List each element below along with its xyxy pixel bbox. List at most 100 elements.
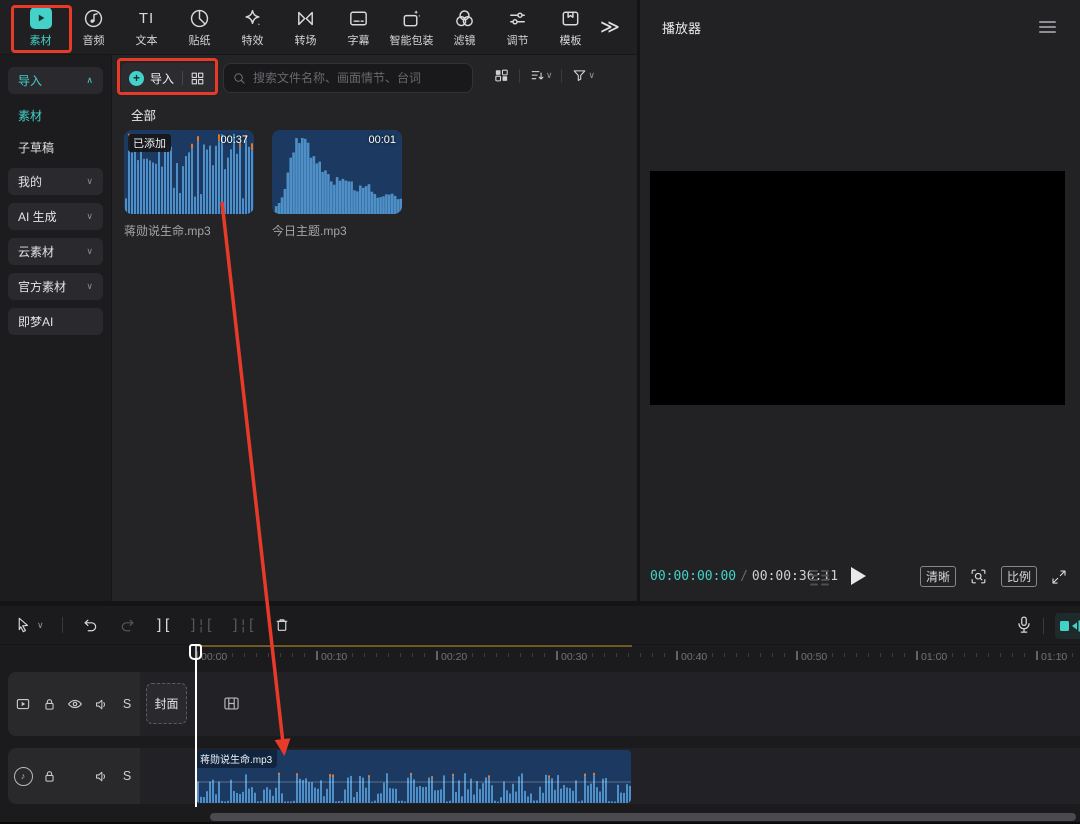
grid-view-icon[interactable] <box>493 67 510 84</box>
ruler-tick-minor <box>304 653 305 657</box>
toolbar-tab-subtitle[interactable]: 字幕 <box>332 6 385 48</box>
ruler-label: 00:00 <box>201 651 227 663</box>
video-track-lane[interactable] <box>140 672 1080 736</box>
toolbar-tab-text[interactable]: TI文本 <box>120 6 173 48</box>
effects-icon <box>241 6 264 30</box>
sidebar-item-import[interactable]: 导入∧ <box>8 67 103 94</box>
media-clip[interactable]: 00:01今日主题.mp3 <box>272 130 402 239</box>
ruler-tick-minor <box>952 653 953 657</box>
video-track-type-icon <box>13 694 33 714</box>
search-input[interactable] <box>253 71 453 85</box>
audio-mute-speaker-icon[interactable] <box>91 766 111 786</box>
ruler-tick-minor <box>736 653 737 657</box>
ruler-tick-minor <box>820 653 821 657</box>
sort-button[interactable]: ∨ <box>529 67 553 84</box>
undo-button[interactable] <box>81 616 100 635</box>
play-button[interactable] <box>851 567 866 585</box>
template-icon <box>559 6 582 30</box>
sidebar-group[interactable]: 我的∨ <box>8 168 103 195</box>
toolbar-tab-filter[interactable]: 滤镜 <box>438 6 491 48</box>
delete-right-button[interactable]: ]¦[ <box>231 616 255 634</box>
ruler-tick-minor <box>892 653 893 657</box>
divider <box>519 69 520 83</box>
ruler-tick-minor <box>280 653 281 657</box>
toolbar-tab-transition[interactable]: 转场 <box>279 6 332 48</box>
ratio-button[interactable]: 比例 <box>1001 566 1037 587</box>
chevron-down-icon: ∨ <box>37 620 44 631</box>
ruler-tick-major <box>676 651 678 660</box>
divider <box>182 71 183 85</box>
audio-solo-button[interactable]: S <box>117 766 137 786</box>
cover-button[interactable]: 封面 <box>146 683 187 724</box>
ruler-tick-minor <box>412 653 413 657</box>
ruler-tick-minor <box>1072 653 1073 657</box>
ruler-tick-minor <box>712 653 713 657</box>
ruler-tick-minor <box>976 653 977 657</box>
import-button[interactable]: + 导入 <box>121 63 217 93</box>
ruler-label: 00:10 <box>321 651 347 663</box>
ruler-tick-minor <box>484 653 485 657</box>
filter-all-label[interactable]: 全部 <box>131 105 156 124</box>
capcut-app: 素材音频TI文本贴纸特效转场字幕智能包装滤镜调节模板≫ 导入∧素材子草稿我的∨A… <box>0 0 1080 824</box>
sidebar-group[interactable]: AI 生成∨ <box>8 203 103 230</box>
search-box[interactable] <box>223 63 473 93</box>
audio-lock-icon[interactable] <box>39 766 59 786</box>
toolbar-tab-effects[interactable]: 特效 <box>226 6 279 48</box>
ruler-tick-minor <box>988 653 989 657</box>
redo-button[interactable] <box>118 616 137 635</box>
player-menu-icon[interactable] <box>1039 21 1056 36</box>
video-visibility-eye-icon[interactable] <box>65 694 85 714</box>
ruler-tick-minor <box>880 653 881 657</box>
player-panel: 播放器 00:00:00:00/00:00:36:11 清晰 比例 <box>640 0 1080 601</box>
ruler-tick-minor <box>640 653 641 657</box>
fullscreen-icon[interactable] <box>1050 568 1068 586</box>
toolbar-expand-button[interactable]: ≫ <box>600 16 620 39</box>
filter-funnel-icon <box>571 67 588 84</box>
video-solo-button[interactable]: S <box>117 694 137 714</box>
toolbar-tab-sticker[interactable]: 贴纸 <box>173 6 226 48</box>
quality-button[interactable]: 清晰 <box>920 566 956 587</box>
sidebar-subitem[interactable]: 素材 <box>8 102 103 128</box>
ruler-tick-minor <box>844 653 845 657</box>
media-library-grid-icon[interactable] <box>189 70 206 87</box>
delete-left-button[interactable]: ]¦[ <box>189 616 213 634</box>
record-voiceover-icon[interactable] <box>1014 614 1034 636</box>
video-preview <box>650 171 1065 405</box>
focus-zoom-icon[interactable] <box>969 567 988 586</box>
video-mute-speaker-icon[interactable] <box>91 694 111 714</box>
ruler-label: 01:00 <box>921 651 947 663</box>
toolbar-tab-material[interactable]: 素材 <box>14 6 67 48</box>
divider <box>561 69 562 83</box>
ruler-tick-minor <box>244 653 245 657</box>
delete-button[interactable] <box>273 616 291 634</box>
left-region: 素材音频TI文本贴纸特效转场字幕智能包装滤镜调节模板≫ 导入∧素材子草稿我的∨A… <box>0 0 637 601</box>
select-tool-button[interactable]: ∨ <box>14 616 44 634</box>
ruler-tick-minor <box>760 653 761 657</box>
toolbar-tab-adjust[interactable]: 调节 <box>491 6 544 48</box>
timeline-audio-clip[interactable]: 蒋勋说生命.mp3 <box>196 750 631 803</box>
sticker-icon <box>188 6 211 30</box>
media-clip[interactable]: 已添加00:37蒋勋说生命.mp3 <box>124 130 254 239</box>
toolbar-tab-audio[interactable]: 音频 <box>67 6 120 48</box>
ruler-tick-minor <box>508 653 509 657</box>
video-lock-icon[interactable] <box>39 694 59 714</box>
import-button-label: 导入 <box>150 70 174 87</box>
audio-icon <box>82 6 105 30</box>
playhead-handle[interactable] <box>189 644 202 660</box>
toolbar-tab-template[interactable]: 模板 <box>544 6 597 48</box>
sidebar-group[interactable]: 即梦AI <box>8 308 103 335</box>
preview-frames-icon[interactable] <box>808 568 832 588</box>
sidebar-subitem[interactable]: 子草稿 <box>8 134 103 160</box>
ruler-tick-minor <box>268 653 269 657</box>
toolbar-tab-smart-package[interactable]: 智能包装 <box>385 6 438 48</box>
split-clip-button[interactable]: ][ <box>155 616 171 634</box>
ruler-tick-minor <box>856 653 857 657</box>
playhead-line <box>195 645 197 807</box>
horizontal-scrollbar[interactable] <box>210 813 1076 821</box>
main-track-magnet-icon[interactable] <box>1055 613 1080 639</box>
ruler-tick-minor <box>292 653 293 657</box>
sidebar-group[interactable]: 官方素材∨ <box>8 273 103 300</box>
sidebar-group[interactable]: 云素材∨ <box>8 238 103 265</box>
filter-button[interactable]: ∨ <box>571 67 595 84</box>
time-ruler[interactable]: 00:0000:1000:2000:3000:4000:5001:0001:10 <box>140 645 1080 671</box>
